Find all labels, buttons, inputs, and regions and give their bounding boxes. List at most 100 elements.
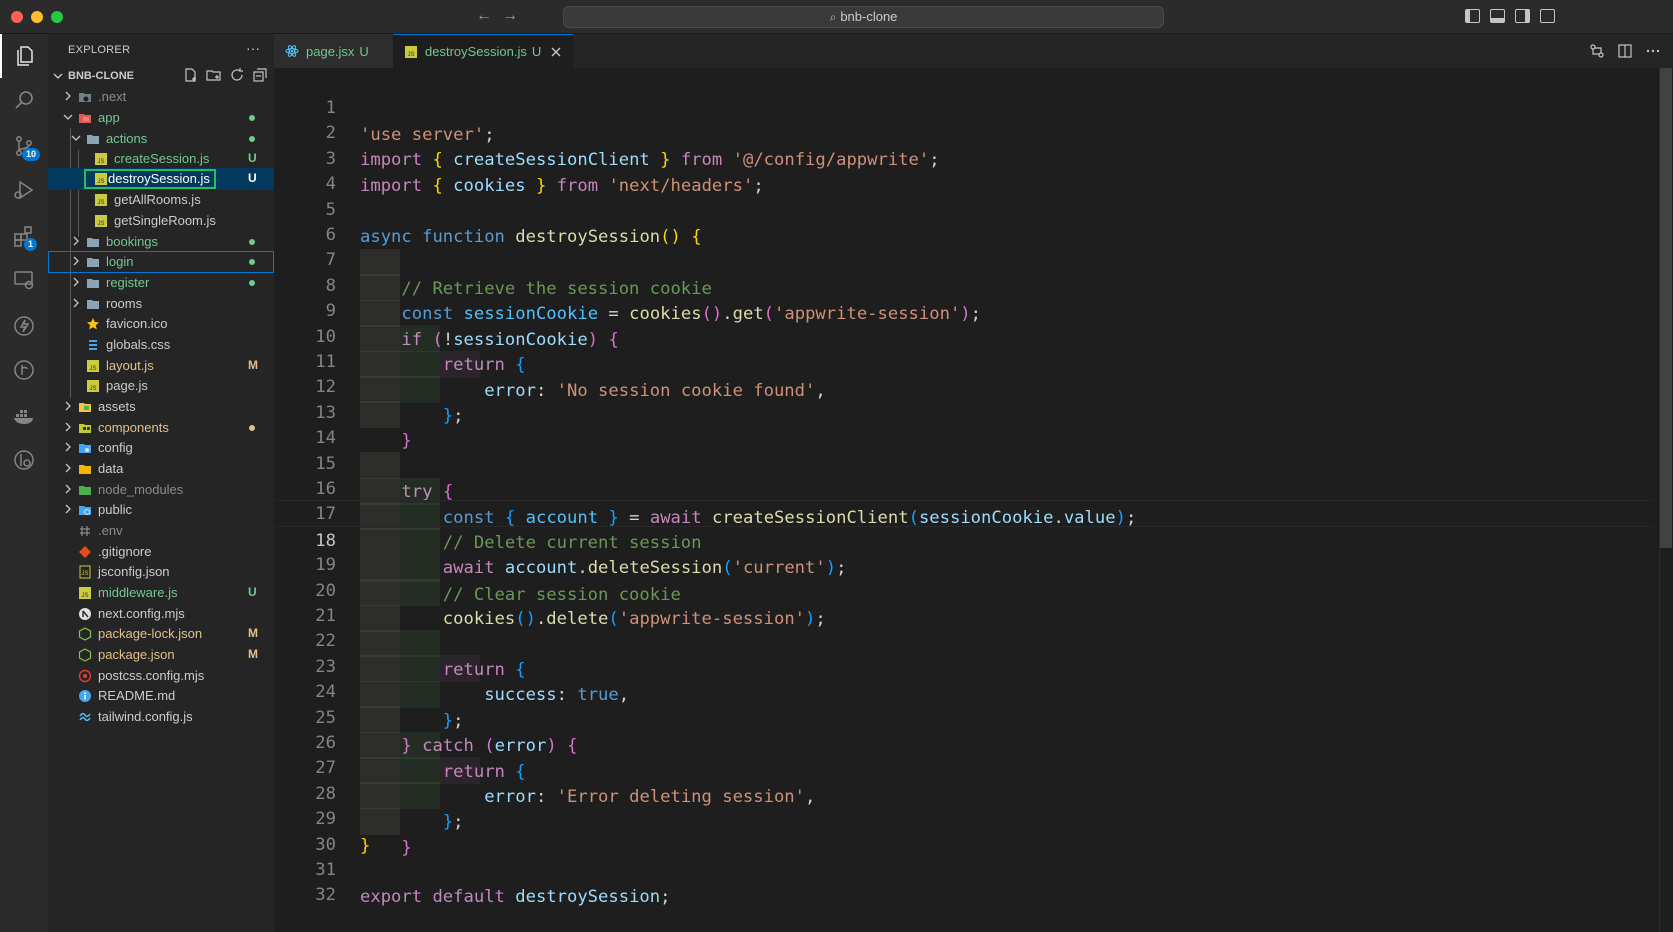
chevron-right-icon bbox=[73, 277, 79, 287]
tree-item-components[interactable]: components bbox=[48, 417, 274, 439]
customize-layout-icon[interactable] bbox=[1540, 9, 1555, 23]
tree-item-label: createSession.js bbox=[114, 151, 210, 166]
close-window-button[interactable] bbox=[11, 11, 23, 23]
toggle-primary-sidebar-icon[interactable] bbox=[1465, 9, 1480, 23]
gitlens-icon[interactable] bbox=[0, 438, 48, 482]
tree-item-assets[interactable]: assets bbox=[48, 396, 274, 418]
more-actions-icon[interactable] bbox=[1645, 43, 1661, 59]
tree-item-env[interactable]: .env bbox=[48, 520, 274, 542]
tree-item-readme[interactable]: README.md bbox=[48, 685, 274, 707]
code-line: 23 }; bbox=[274, 627, 1654, 731]
tree-item-globals-css[interactable]: globals.css bbox=[48, 334, 274, 356]
new-folder-icon[interactable] bbox=[206, 67, 222, 83]
explorer-icon[interactable] bbox=[0, 34, 48, 78]
tree-item-tailwind[interactable]: tailwind.config.js bbox=[48, 706, 274, 728]
close-tab-icon[interactable] bbox=[550, 46, 562, 58]
tree-item-middleware[interactable]: JS middleware.js U bbox=[48, 582, 274, 604]
tree-item-destroysession[interactable]: JS destroySession.js U bbox=[48, 168, 274, 190]
tree-item-actions[interactable]: actions bbox=[48, 128, 274, 150]
code-line: 14 try { bbox=[274, 398, 1654, 502]
tree-item-data[interactable]: data bbox=[48, 458, 274, 480]
tree-item-favicon[interactable]: favicon.ico bbox=[48, 313, 274, 335]
code-line: 6 // Retrieve the session cookie bbox=[274, 195, 1654, 299]
code-editor[interactable]: 1 'use server'; 2 import { createSession… bbox=[274, 68, 1673, 932]
svg-text:JS: JS bbox=[97, 221, 104, 227]
git-status: U bbox=[248, 171, 257, 185]
project-header[interactable]: BNB-CLONE bbox=[48, 65, 274, 87]
tailwind-icon bbox=[79, 712, 91, 722]
tree-item-next[interactable]: .next bbox=[48, 86, 274, 108]
open-changes-icon[interactable] bbox=[1589, 43, 1605, 59]
tree-item-rooms[interactable]: rooms bbox=[48, 293, 274, 315]
js-file-icon: JS bbox=[79, 587, 91, 599]
source-control-icon[interactable]: 10 bbox=[0, 124, 48, 168]
explorer-more-icon[interactable]: ··· bbox=[246, 40, 260, 56]
tree-item-getallrooms[interactable]: JS getAllRooms.js bbox=[48, 189, 274, 211]
tree-item-package-lock[interactable]: package-lock.json M bbox=[48, 623, 274, 645]
lightning-icon[interactable] bbox=[0, 304, 48, 348]
remote-explorer-icon[interactable] bbox=[0, 258, 48, 302]
svg-text:JS: JS bbox=[89, 366, 96, 372]
tree-item-gitignore[interactable]: .gitignore bbox=[48, 541, 274, 563]
toggle-secondary-sidebar-icon[interactable] bbox=[1515, 9, 1530, 23]
run-debug-icon[interactable] bbox=[0, 168, 48, 212]
code-line: 10 error: 'No session cookie found', bbox=[274, 297, 1654, 401]
editor-scrollbar-thumb[interactable] bbox=[1660, 68, 1672, 548]
svg-text:JS: JS bbox=[407, 52, 414, 58]
tree-item-label: public bbox=[98, 502, 132, 517]
tree-item-package-json[interactable]: package.json M bbox=[48, 644, 274, 666]
git-status: M bbox=[248, 358, 258, 372]
tree-item-layout[interactable]: JS layout.js M bbox=[48, 355, 274, 377]
tab-status: U bbox=[359, 43, 369, 59]
tree-item-label: page.js bbox=[106, 378, 148, 393]
new-file-icon[interactable] bbox=[183, 67, 199, 83]
extensions-icon[interactable]: 1 bbox=[0, 214, 48, 258]
split-editor-icon[interactable] bbox=[1617, 43, 1633, 59]
back-arrow-icon[interactable]: ← bbox=[476, 7, 492, 25]
forward-arrow-icon[interactable]: → bbox=[502, 7, 518, 25]
tree-item-login[interactable]: login bbox=[48, 251, 274, 273]
command-center-search[interactable]: ⌕ bnb-clone bbox=[563, 6, 1164, 28]
tab-destroysession-js[interactable]: JS destroySession.js U bbox=[393, 34, 573, 68]
git-graph-icon[interactable] bbox=[0, 348, 48, 392]
extensions-badge: 1 bbox=[24, 238, 38, 251]
tree-item-getsingleroom[interactable]: JS getSingleRoom.js bbox=[48, 210, 274, 232]
chevron-right-icon bbox=[65, 463, 71, 473]
refresh-icon[interactable] bbox=[229, 67, 245, 83]
tree-item-next-config[interactable]: next.config.mjs bbox=[48, 603, 274, 625]
tree-item-createsession[interactable]: JS createSession.js U bbox=[48, 148, 274, 170]
tree-item-label: actions bbox=[106, 131, 148, 146]
minimize-window-button[interactable] bbox=[31, 11, 43, 23]
tree-item-register[interactable]: register bbox=[48, 272, 274, 294]
tree-item-label: node_modules bbox=[98, 482, 184, 497]
tab-page-jsx[interactable]: page.jsx U bbox=[274, 34, 393, 68]
hash-icon bbox=[80, 526, 90, 536]
tree-item-label: getAllRooms.js bbox=[114, 192, 201, 207]
tree-item-node-modules[interactable]: node_modules bbox=[48, 479, 274, 501]
tree-item-jsconfig[interactable]: JS jsconfig.json bbox=[48, 561, 274, 583]
tree-item-page[interactable]: JS page.js bbox=[48, 375, 274, 397]
tree-item-postcss[interactable]: postcss.config.mjs bbox=[48, 665, 274, 687]
tab-status: U bbox=[531, 44, 542, 59]
tree-item-bookings[interactable]: bookings bbox=[48, 231, 274, 253]
code-line: 30 bbox=[274, 805, 1654, 855]
change-dot bbox=[249, 239, 255, 245]
postcss-icon bbox=[78, 669, 92, 683]
tree-item-config[interactable]: config bbox=[48, 437, 274, 459]
toggle-panel-icon[interactable] bbox=[1490, 9, 1505, 23]
tree-item-label: data bbox=[98, 461, 124, 476]
json-config-icon: JS bbox=[79, 565, 91, 579]
chevron-right-icon bbox=[73, 236, 79, 246]
tree-item-label: components bbox=[98, 420, 169, 435]
search-icon[interactable] bbox=[0, 78, 48, 122]
tree-item-label: package.json bbox=[98, 647, 175, 662]
collapse-all-icon[interactable] bbox=[252, 67, 268, 83]
maximize-window-button[interactable] bbox=[51, 11, 63, 23]
docker-icon[interactable] bbox=[0, 394, 48, 438]
code-text: export default destroySession; bbox=[360, 887, 671, 907]
tree-item-app[interactable]: app bbox=[48, 107, 274, 129]
tree-item-public[interactable]: public bbox=[48, 499, 274, 521]
chevron-down-icon bbox=[71, 135, 81, 141]
code-line: 9 return { bbox=[274, 271, 1654, 375]
code-line: 5 async function destroySession() { bbox=[274, 170, 1654, 247]
